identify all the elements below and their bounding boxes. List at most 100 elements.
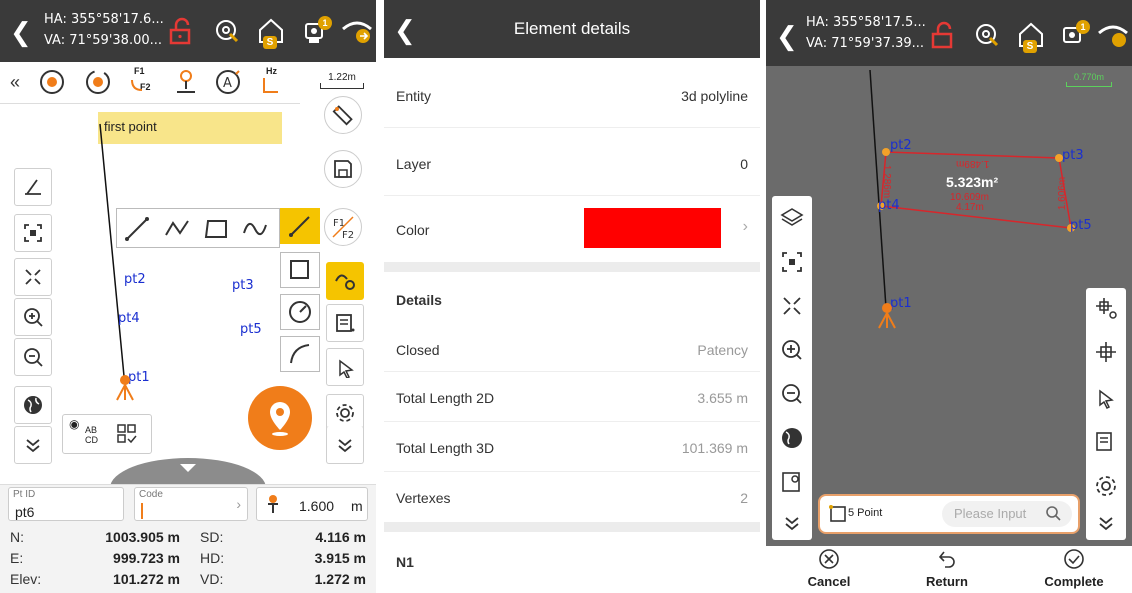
point-label-pt3[interactable]: pt3 [232, 278, 254, 293]
connection-icon[interactable] [1096, 18, 1130, 52]
instrument-icon[interactable]: 1 [1056, 18, 1090, 52]
select-cursor-icon[interactable] [1094, 386, 1118, 415]
ab-label: AB [85, 425, 98, 435]
vertex-pt2[interactable] [882, 148, 890, 156]
point-label-pt4[interactable]: pt4 [878, 198, 900, 213]
instrument-icon[interactable]: 1 [298, 14, 332, 48]
length-3d-label: Total Length 3D [396, 440, 495, 456]
curve-tool-icon[interactable] [241, 215, 269, 243]
point-label-pt2[interactable]: pt2 [124, 272, 146, 287]
action-bar: Cancel Return Complete [766, 546, 1132, 593]
side-length-left: 1.286m [881, 164, 893, 199]
back-button[interactable]: ❮ [10, 18, 32, 48]
back-button[interactable]: ❮ [776, 22, 798, 52]
search-placeholder: Please Input [954, 506, 1027, 521]
complete-button[interactable]: Complete [1034, 548, 1114, 592]
map-search-icon[interactable] [780, 470, 804, 499]
point-label-pt5[interactable]: pt5 [240, 322, 262, 337]
base-station-icon[interactable]: S [1014, 18, 1048, 53]
save-button[interactable] [324, 150, 362, 188]
base-station-icon[interactable]: S [254, 14, 288, 49]
scale-label: 1.22m [328, 72, 356, 83]
top-bar: ❮ HA: 355°58'17.6... VA: 71°59'38.00... … [0, 0, 376, 62]
globe-icon[interactable] [14, 386, 52, 424]
expand-more-button[interactable] [14, 426, 52, 464]
vertexes-row: Vertexes 2 [384, 472, 760, 522]
search-input[interactable]: Please Input [942, 501, 1072, 527]
arc-tool-button[interactable] [280, 336, 320, 372]
point-label-pt4[interactable]: pt4 [118, 311, 140, 326]
connection-icon[interactable] [340, 14, 374, 48]
hz-reset-icon[interactable]: Hz [258, 66, 288, 98]
expand-more-icon[interactable] [780, 512, 804, 541]
color-row[interactable]: Color › [384, 196, 760, 262]
rotate-target-icon[interactable] [84, 68, 112, 96]
cd-label: CD [85, 435, 98, 445]
fit-view-icon[interactable] [780, 250, 804, 279]
fit-view-button[interactable] [14, 214, 52, 252]
measure-point-button[interactable] [248, 386, 312, 450]
zoom-out-button[interactable] [14, 338, 52, 376]
polygon-tool-icon[interactable] [203, 215, 231, 243]
code-field[interactable]: Code › [134, 487, 248, 521]
zoom-out-icon[interactable] [780, 382, 804, 411]
collapse-view-icon[interactable] [780, 294, 804, 323]
point-label-pt3[interactable]: pt3 [1062, 148, 1084, 163]
search-icon[interactable] [1044, 504, 1062, 527]
point-label-pt5[interactable]: pt5 [1070, 218, 1092, 233]
polyline-tool-icon[interactable] [163, 215, 191, 243]
collapse-toolbar-button[interactable]: « [10, 72, 20, 93]
target-height-field[interactable]: 1.600 m [256, 487, 368, 521]
ruler-measure-button[interactable] [324, 96, 362, 134]
f1-f2-button[interactable]: F1 F2 [324, 208, 362, 246]
point-list-icon[interactable] [1094, 430, 1118, 459]
settings-gear-icon[interactable] [1094, 474, 1118, 503]
point-label-pt2[interactable]: pt2 [890, 138, 912, 153]
line-tool-icon[interactable] [123, 215, 151, 243]
station-badge: S [1023, 40, 1037, 53]
checklist-icon[interactable] [115, 422, 139, 446]
layers-icon[interactable] [780, 206, 804, 235]
map-canvas[interactable]: 0.770m pt2 pt3 pt4 pt5 pt1 1.489m 1.286m… [766, 66, 1132, 546]
instrument-station-icon [114, 374, 136, 402]
zoom-in-button[interactable] [14, 298, 52, 336]
layer-row[interactable]: Layer 0 [384, 128, 760, 196]
return-label: Return [926, 574, 968, 589]
globe-icon[interactable] [780, 426, 804, 455]
color-swatch [584, 208, 721, 248]
target-settings-icon[interactable] [970, 18, 1004, 52]
f1-f2-toggle-icon[interactable]: F1 F2 [126, 66, 156, 98]
map-canvas[interactable]: 1.22m first point pt2 pt3 pt4 pt5 pt1 ◉ A… [0, 72, 376, 484]
circle-tool-button[interactable] [280, 294, 320, 330]
collapse-view-button[interactable] [14, 258, 52, 296]
return-button[interactable]: Return [912, 548, 982, 592]
auto-mode-icon[interactable]: A [214, 68, 242, 96]
station-badge: S [263, 36, 277, 49]
ab-cd-label-button[interactable]: ◉ AB CD [69, 418, 105, 449]
cancel-button[interactable]: Cancel [794, 548, 864, 592]
closed-label: Closed [396, 342, 440, 358]
target-settings-icon[interactable] [210, 14, 244, 48]
orange-target-icon[interactable] [38, 68, 66, 96]
expand-more-icon[interactable] [1094, 512, 1118, 541]
entity-label: Entity [396, 88, 432, 104]
crosshair-icon[interactable] [1094, 340, 1118, 369]
point-settings-icon[interactable] [1094, 296, 1118, 325]
draw-settings-button[interactable] [326, 262, 364, 300]
notification-badge: 1 [1076, 20, 1090, 34]
point-id-field[interactable]: Pt ID pt6 [8, 487, 124, 521]
entity-row: Entity 3d polyline [384, 58, 760, 128]
station-point-icon[interactable] [172, 68, 200, 96]
details-heading: Details [396, 292, 442, 308]
more-tools-button[interactable] [326, 426, 364, 464]
coordinate-axis-button[interactable] [14, 168, 52, 206]
target-height-value: 1.600 [299, 498, 335, 514]
rectangle-tool-button[interactable] [280, 252, 320, 288]
lock-icon[interactable] [926, 18, 960, 52]
lock-icon[interactable] [164, 14, 198, 48]
active-line-tool-button[interactable] [280, 208, 320, 244]
select-cursor-button[interactable] [326, 348, 364, 386]
layer-label: Layer [396, 156, 432, 172]
zoom-in-icon[interactable] [780, 338, 804, 367]
point-list-button[interactable] [326, 304, 364, 342]
